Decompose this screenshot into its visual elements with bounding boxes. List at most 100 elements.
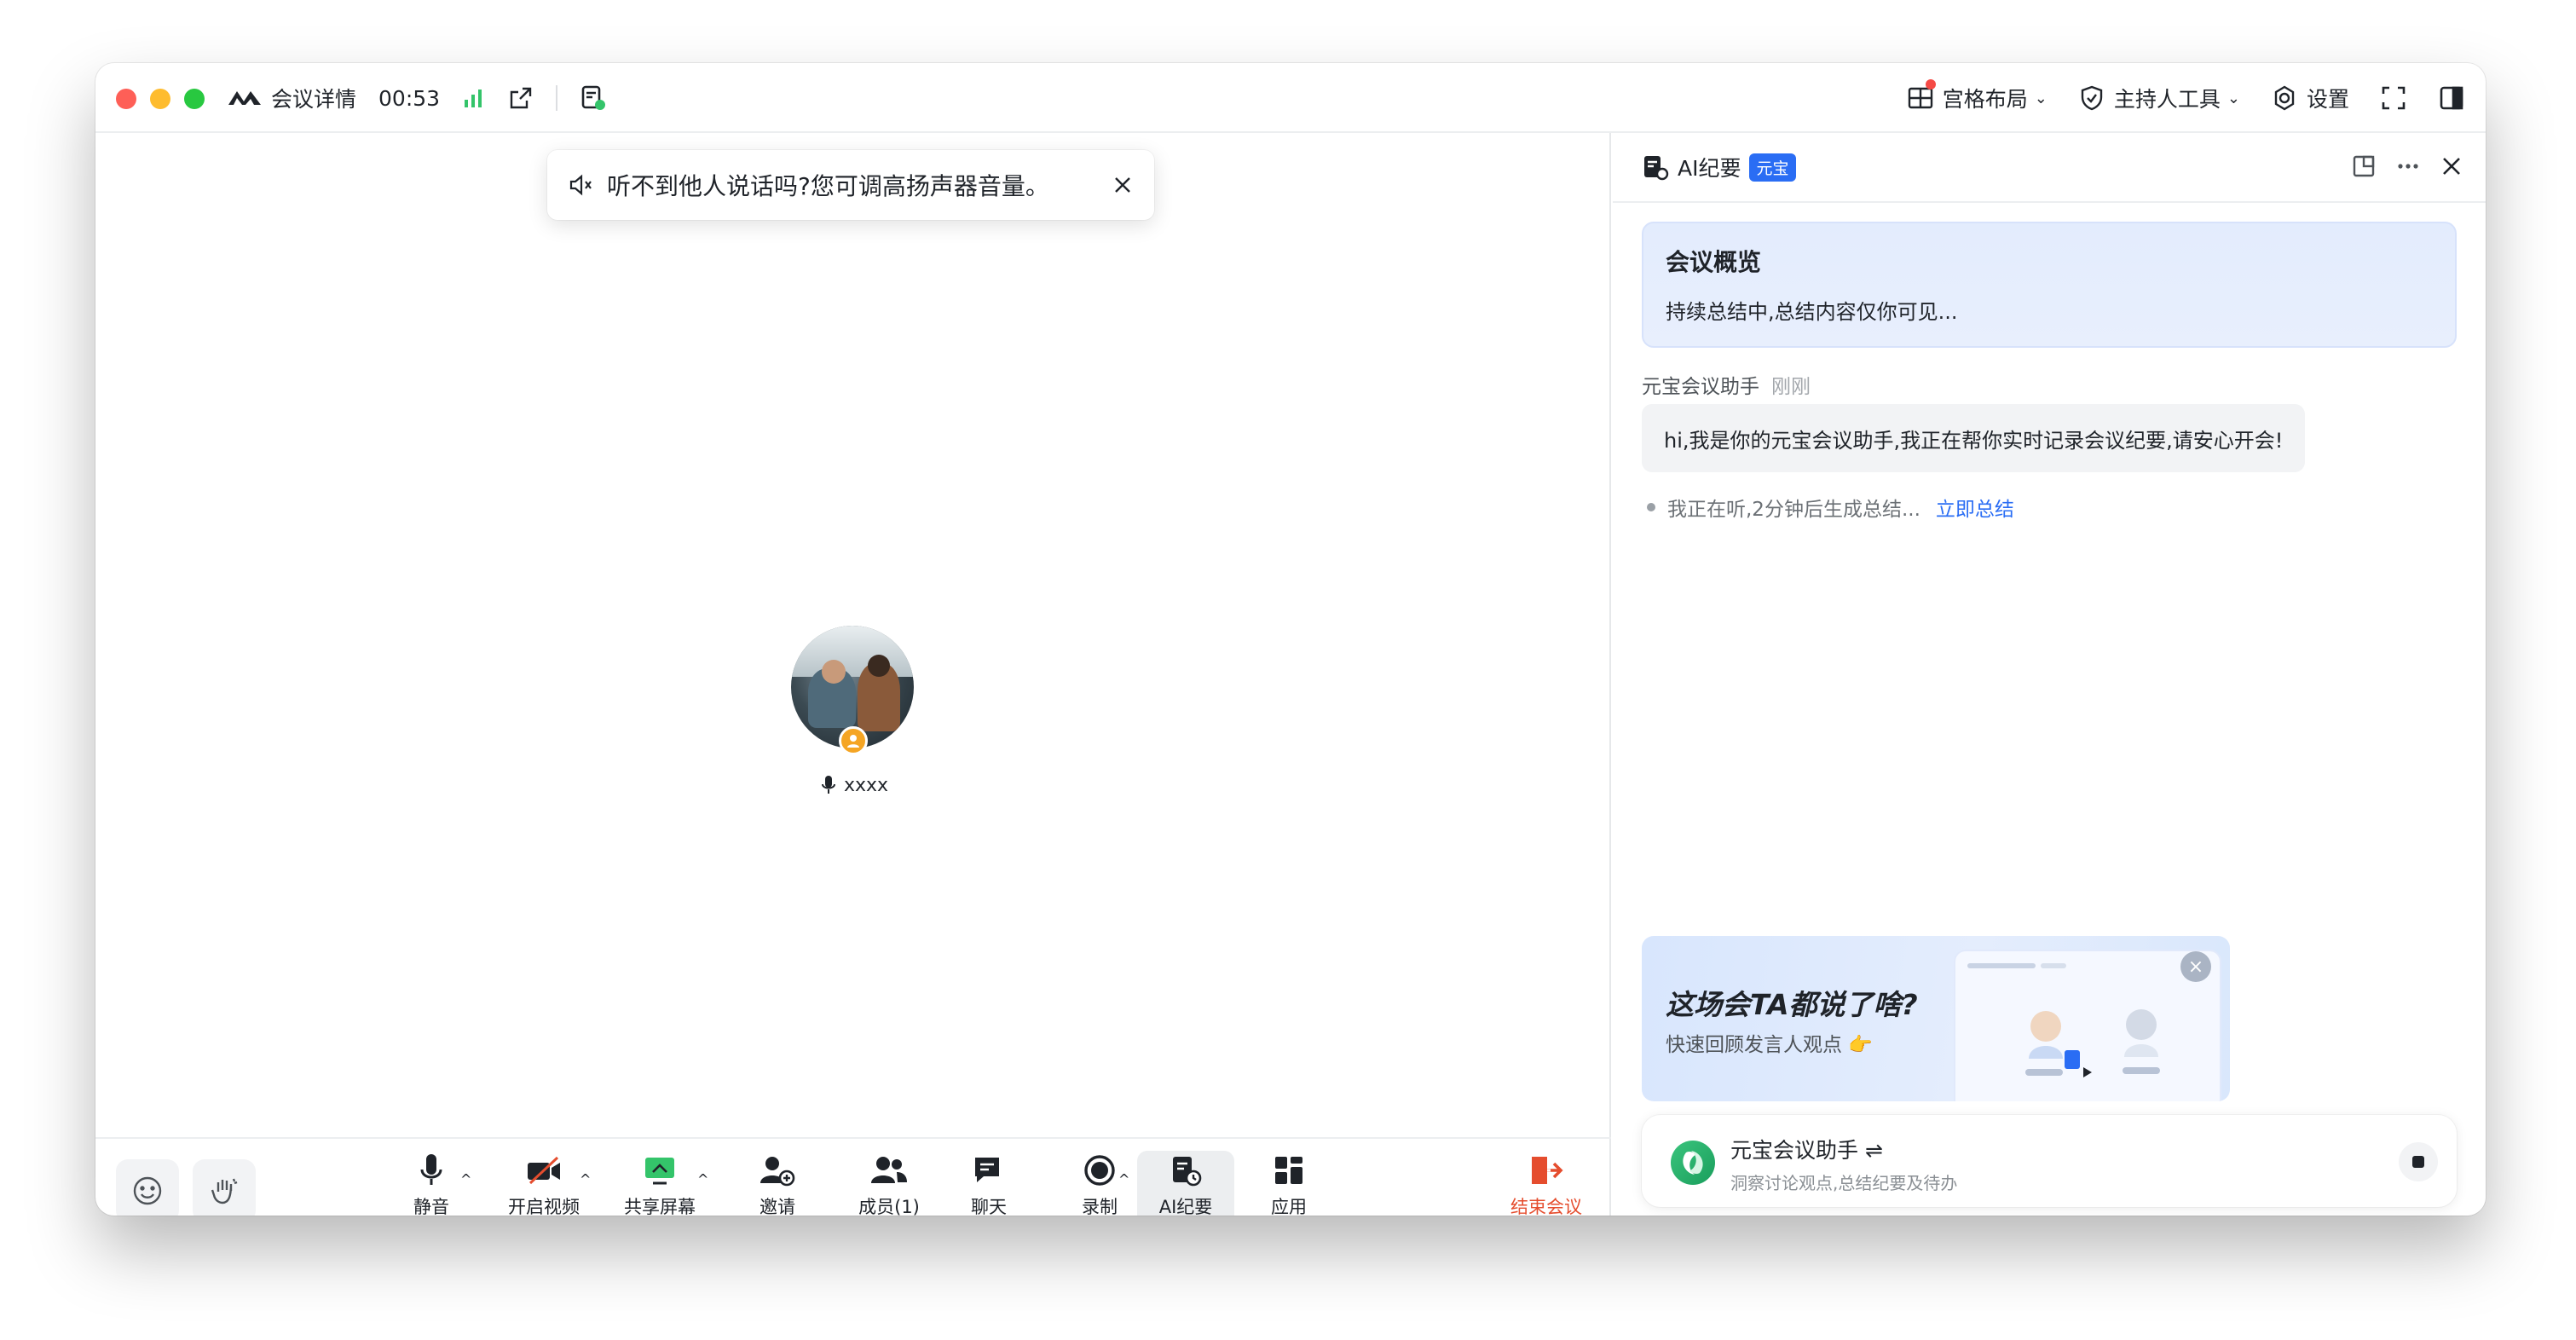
titlebar-right: 宫格布局 ⌄ 主持人工具 ⌄ 设置 <box>1907 63 2465 133</box>
share-screen-icon <box>645 1158 674 1185</box>
close-window-button[interactable] <box>116 89 136 109</box>
window-controls <box>116 89 205 109</box>
add-user-icon <box>760 1157 795 1187</box>
tencent-meeting-logo-icon <box>228 91 261 105</box>
record-label: 录制 <box>1082 1197 1118 1216</box>
chat-icon <box>975 1158 999 1182</box>
listening-text: 我正在听,2分钟后生成总结... <box>1667 499 1920 521</box>
share-external-icon[interactable] <box>508 85 534 111</box>
raise-hand-button[interactable] <box>193 1159 256 1216</box>
fullscreen-icon <box>2382 86 2406 110</box>
ai-minutes-label: AI纪要 <box>1158 1197 1213 1216</box>
microphone-icon <box>420 1154 442 1185</box>
video-stage: 听不到他人说话吗?您可调高扬声器音量。 xxxx 静音 ^ 开启视频 ^ 共享屏… <box>95 133 1611 1216</box>
apps-label: 应用 <box>1271 1197 1307 1216</box>
status-dot <box>1647 503 1655 511</box>
sidebar-icon <box>2440 86 2463 110</box>
network-signal-icon[interactable] <box>462 86 486 110</box>
mute-label: 静音 <box>413 1197 449 1216</box>
meeting-timer: 00:53 <box>378 85 441 111</box>
record-options-caret[interactable]: ^ <box>1118 1171 1129 1187</box>
invite-button[interactable]: 邀请 <box>743 1151 811 1216</box>
meeting-details-link[interactable]: 会议详情 <box>271 83 356 113</box>
stop-icon <box>2412 1156 2424 1168</box>
meeting-overview-card[interactable]: 会议概览 持续总结中,总结内容仅你可见... <box>1642 222 2457 348</box>
overview-status: 持续总结中,总结内容仅你可见... <box>1666 300 1958 324</box>
share-screen-label: 共享屏幕 <box>624 1197 696 1216</box>
speaker-review-promo[interactable]: 这场会TA都说了啥? 快速回顾发言人观点 👉 × <box>1642 936 2230 1101</box>
share-options-caret[interactable]: ^ <box>697 1171 708 1187</box>
toggle-sidebar-button[interactable] <box>2438 84 2465 112</box>
end-meeting-button[interactable]: 结束会议 <box>1502 1151 1591 1216</box>
promo-close-icon[interactable]: × <box>2180 951 2211 982</box>
members-label: 成员(1) <box>858 1197 920 1216</box>
apps-grid-icon <box>1275 1157 1302 1184</box>
record-icon <box>1084 1155 1115 1186</box>
layout-button[interactable]: 宫格布局 ⌄ <box>1907 79 2048 113</box>
stop-assistant-button[interactable] <box>2399 1142 2438 1181</box>
ai-minutes-status-icon[interactable] <box>580 84 607 112</box>
assistant-bar[interactable]: 元宝会议助手 ⇌ 洞察讨论观点,总结纪要及待办 <box>1642 1115 2457 1207</box>
pop-out-icon[interactable] <box>2351 153 2377 179</box>
microphone-icon <box>822 776 835 794</box>
overview-title: 会议概览 <box>1666 248 1762 276</box>
participant-avatar[interactable] <box>791 626 914 755</box>
chat-label: 聊天 <box>971 1197 1007 1216</box>
settings-label: 设置 <box>2306 87 2349 112</box>
assistant-bar-title: 元宝会议助手 ⇌ <box>1730 1134 1883 1164</box>
chevron-down-icon: ⌄ <box>2034 89 2048 107</box>
video-options-caret[interactable]: ^ <box>580 1171 591 1187</box>
summarize-now-link[interactable]: 立即总结 <box>1936 493 2014 522</box>
host-tools-button[interactable]: 主持人工具 ⌄ <box>2078 83 2240 113</box>
assistant-bar-description: 洞察讨论观点,总结纪要及待办 <box>1730 1173 1958 1193</box>
notification-dot <box>1925 79 1936 90</box>
more-icon[interactable] <box>2395 153 2421 179</box>
volume-tip-text: 听不到他人说话吗?您可调高扬声器音量。 <box>607 172 1049 200</box>
title-bar: 会议详情 00:53 宫格布局 ⌄ 主持人工具 ⌄ 设置 <box>95 63 2486 133</box>
apps-button[interactable]: 应用 <box>1255 1151 1323 1216</box>
listening-status: 我正在听,2分钟后生成总结... 立即总结 <box>1647 493 2014 522</box>
mute-button[interactable]: 静音 <box>397 1151 465 1216</box>
titlebar-separator <box>556 85 558 111</box>
ai-minutes-icon <box>1644 156 1669 181</box>
video-off-icon <box>528 1156 560 1185</box>
fullscreen-button[interactable] <box>2380 84 2407 112</box>
message-time: 刚刚 <box>1771 376 1811 398</box>
settings-button[interactable]: 设置 <box>2271 83 2349 113</box>
meeting-window: 会议详情 00:53 宫格布局 ⌄ 主持人工具 ⌄ 设置 听不到他人说话吗?您可… <box>95 63 2486 1216</box>
exit-icon <box>1532 1157 1563 1184</box>
minimize-window-button[interactable] <box>150 89 170 109</box>
panel-header-actions <box>2351 153 2463 179</box>
assistant-bar-name: 元宝会议助手 <box>1730 1138 1859 1163</box>
zoom-window-button[interactable] <box>184 89 205 109</box>
shield-icon <box>2081 85 2103 111</box>
raise-hand-icon <box>211 1178 238 1204</box>
close-icon[interactable] <box>2440 154 2463 178</box>
participant-name: xxxx <box>844 774 889 796</box>
chat-button[interactable]: 聊天 <box>955 1151 1023 1216</box>
members-icon <box>871 1157 907 1183</box>
ai-minutes-panel: AI纪要 元宝 会议概览 持续总结中,总结内容仅你可见... 元宝会议助手 刚刚 … <box>1613 133 2486 1216</box>
volume-tip-toast: 听不到他人说话吗?您可调高扬声器音量。 <box>547 150 1154 220</box>
share-screen-button[interactable]: 共享屏幕 <box>615 1151 704 1216</box>
titlebar-left: 会议详情 00:53 <box>227 63 607 133</box>
panel-title: AI纪要 <box>1678 156 1741 181</box>
speaker-muted-icon <box>569 174 592 196</box>
close-icon[interactable] <box>1112 174 1134 196</box>
host-badge-icon <box>839 726 868 755</box>
reaction-button[interactable] <box>116 1159 179 1216</box>
assistant-message-bubble: hi,我是你的元宝会议助手,我正在帮你实时记录会议纪要,请安心开会! <box>1642 404 2306 472</box>
meeting-toolbar: 静音 ^ 开启视频 ^ 共享屏幕 ^ 邀请 成员(1) 聊天 录制 ^ AI纪要… <box>95 1137 1611 1216</box>
switch-icon[interactable]: ⇌ <box>1865 1138 1883 1163</box>
panel-header: AI纪要 元宝 <box>1613 133 2486 203</box>
participant-name-tag: xxxx <box>820 774 888 796</box>
promo-subtitle: 快速回顾发言人观点 👉 <box>1666 1034 1873 1056</box>
video-button[interactable]: 开启视频 <box>500 1151 588 1216</box>
assistant-sender: 元宝会议助手 刚刚 <box>1642 370 1811 399</box>
host-tools-label: 主持人工具 <box>2113 87 2221 112</box>
ai-minutes-button[interactable]: AI纪要 <box>1137 1151 1234 1216</box>
mute-options-caret[interactable]: ^ <box>460 1171 471 1187</box>
invite-label: 邀请 <box>760 1197 795 1216</box>
members-button[interactable]: 成员(1) <box>842 1151 936 1216</box>
video-label: 开启视频 <box>508 1197 580 1216</box>
